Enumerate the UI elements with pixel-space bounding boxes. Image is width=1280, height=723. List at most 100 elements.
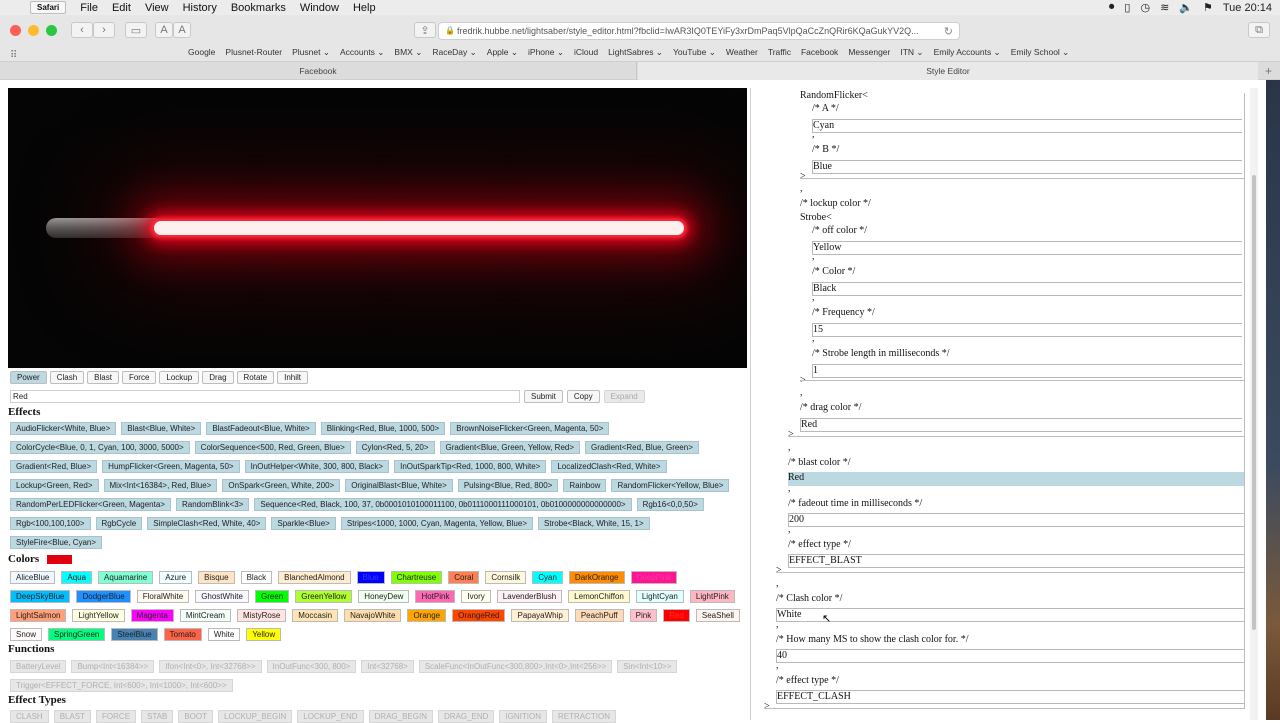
- effect-chip[interactable]: RgbCycle: [95, 517, 143, 530]
- close-window-button[interactable]: [10, 24, 21, 36]
- effect-type-chip[interactable]: DRAG_BEGIN: [368, 710, 433, 723]
- tabs-overview-icon[interactable]: ⧉: [1248, 22, 1270, 38]
- flag-icon[interactable]: ⚑: [1203, 1, 1213, 14]
- effect-chip[interactable]: Gradient<Blue, Green, Yellow, Red>: [439, 441, 581, 454]
- editor-scrollbar-thumb[interactable]: [1252, 175, 1256, 630]
- expand-button[interactable]: Expand: [603, 390, 645, 403]
- effect-chip[interactable]: Gradient<Red, Blue, Green>: [585, 441, 699, 454]
- favorite-item[interactable]: Emily School ⌄: [1011, 47, 1070, 57]
- color-chip[interactable]: DeepSkyBlue: [10, 590, 71, 603]
- favorite-item[interactable]: Apple ⌄: [487, 47, 518, 57]
- color-chip[interactable]: Cornsilk: [485, 571, 527, 584]
- color-chip[interactable]: Yellow: [246, 628, 282, 641]
- function-chip[interactable]: Sin<Int<10>>: [617, 660, 678, 673]
- effect-type-chip[interactable]: BLAST: [53, 710, 92, 723]
- function-chip[interactable]: ScaleFunc<InOutFunc<300,800>,Int<0>,Int<…: [418, 660, 613, 673]
- record-icon[interactable]: ⏺: [1109, 1, 1115, 14]
- color-chip[interactable]: PapayaWhip: [511, 609, 569, 622]
- color-chip[interactable]: Coral: [448, 571, 480, 584]
- effect-chip[interactable]: Mix<Int<16384>, Red, Blue>: [103, 479, 218, 492]
- favorite-item[interactable]: iCloud: [574, 47, 598, 57]
- color-chip[interactable]: MistyRose: [236, 609, 287, 622]
- volume-icon[interactable]: 🔈: [1179, 1, 1193, 14]
- effect-chip[interactable]: BrownNoiseFlicker<Green, Magenta, 50>: [450, 422, 610, 435]
- effect-type-chip[interactable]: BOOT: [178, 710, 214, 723]
- effect-type-chip[interactable]: DRAG_END: [437, 710, 495, 723]
- favorite-item[interactable]: Plusnet ⌄: [292, 47, 330, 57]
- copy-button[interactable]: Copy: [566, 390, 600, 403]
- color-chip[interactable]: SteelBlue: [111, 628, 158, 641]
- effect-chip[interactable]: Stripes<1000, 1000, Cyan, Magenta, Yello…: [340, 517, 533, 530]
- color-chip[interactable]: GreenYellow: [295, 590, 353, 603]
- function-chip[interactable]: Bump<Int<16384>>: [71, 660, 155, 673]
- color-chip[interactable]: Chartreuse: [390, 571, 443, 584]
- color-chip[interactable]: BlanchedAlmond: [278, 571, 351, 584]
- effect-chip[interactable]: HumpFlicker<Green, Magenta, 50>: [102, 460, 240, 473]
- color-chip[interactable]: Blue: [356, 571, 385, 584]
- favorite-item[interactable]: YouTube ⌄: [673, 47, 716, 57]
- effect-chip[interactable]: RandomPerLEDFlicker<Green, Magenta>: [10, 498, 171, 511]
- menu-history[interactable]: History: [183, 2, 217, 14]
- color-chip[interactable]: OrangeRed: [452, 609, 506, 622]
- function-chip[interactable]: Trigger<EFFECT_FORCE, Int<600>, Int<1000…: [10, 679, 233, 692]
- color-chip[interactable]: Aqua: [61, 571, 93, 584]
- color-chip[interactable]: LightYellow: [72, 609, 125, 622]
- effect-chip[interactable]: Gradient<Red, Blue>: [10, 460, 98, 473]
- favorite-item[interactable]: ITN ⌄: [900, 47, 923, 57]
- drag-button[interactable]: Drag: [202, 371, 234, 384]
- color-chip[interactable]: Orange: [407, 609, 447, 622]
- zoom-window-button[interactable]: [46, 24, 57, 36]
- effect-chip[interactable]: StyleFire<Blue, Cyan>: [10, 536, 103, 549]
- blast-button[interactable]: Blast: [87, 371, 119, 384]
- share-icon[interactable]: ⇪: [414, 22, 436, 38]
- effect-chip[interactable]: ColorCycle<Blue, 0, 1, Cyan, 100, 3000, …: [10, 441, 190, 454]
- submit-button[interactable]: Submit: [524, 390, 563, 403]
- battery-icon[interactable]: ▯: [1124, 1, 1130, 14]
- effect-chip[interactable]: Lockup<Green, Red>: [10, 479, 99, 492]
- color-chip[interactable]: LightPink: [689, 590, 735, 603]
- favorite-item[interactable]: Accounts ⌄: [340, 47, 384, 57]
- time-machine-icon[interactable]: ◷: [1140, 1, 1150, 14]
- text-smaller-button[interactable]: A: [155, 22, 173, 38]
- color-chip[interactable]: PeachPuff: [574, 609, 624, 622]
- force-button[interactable]: Force: [121, 371, 157, 384]
- effect-type-chip[interactable]: RETRACTION: [552, 710, 616, 723]
- color-chip[interactable]: Snow: [10, 628, 43, 641]
- effect-type-chip[interactable]: IGNITION: [499, 710, 547, 723]
- menu-window[interactable]: Window: [300, 2, 339, 14]
- effect-type-chip[interactable]: STAB: [141, 710, 174, 723]
- effect-chip[interactable]: BlastFadeout<Blue, White>: [206, 422, 316, 435]
- favorite-item[interactable]: BMX ⌄: [394, 47, 422, 57]
- effect-chip[interactable]: RandomBlink<3>: [175, 498, 250, 511]
- color-chip[interactable]: Bisque: [198, 571, 235, 584]
- color-chip[interactable]: DarkOrange: [568, 571, 625, 584]
- tab-facebook[interactable]: Facebook: [0, 62, 637, 80]
- menubar-clock[interactable]: Tue 20:14: [1223, 2, 1272, 14]
- menu-edit[interactable]: Edit: [112, 2, 131, 14]
- sidebar-icon[interactable]: ▭: [125, 22, 147, 38]
- color-chip[interactable]: LightSalmon: [10, 609, 67, 622]
- effect-chip[interactable]: InOutSparkTip<Red, 1000, 800, White>: [394, 460, 547, 473]
- clash-button[interactable]: Clash: [49, 371, 85, 384]
- color-chip[interactable]: DeepPink: [630, 571, 678, 584]
- color-chip[interactable]: Black: [240, 571, 273, 584]
- effect-chip[interactable]: OriginalBlast<Blue, White>: [345, 479, 453, 492]
- effect-chip[interactable]: InOutHelper<White, 300, 800, Black>: [244, 460, 390, 473]
- menu-view[interactable]: View: [145, 2, 169, 14]
- color-chip[interactable]: LavenderBlush: [496, 590, 563, 603]
- favorite-item[interactable]: Plusnet-Router: [225, 47, 282, 57]
- saber-preview[interactable]: [8, 88, 747, 368]
- pane-divider[interactable]: [750, 88, 751, 720]
- effect-type-chip[interactable]: LOCKUP_BEGIN: [218, 710, 293, 723]
- color-chip[interactable]: Magenta: [130, 609, 174, 622]
- effect-chip[interactable]: Sequence<Red, Black, 100, 37, 0b00010101…: [254, 498, 632, 511]
- function-chip[interactable]: BatteryLevel: [10, 660, 67, 673]
- style-input[interactable]: Red: [10, 390, 520, 403]
- color-chip[interactable]: NavajoWhite: [344, 609, 402, 622]
- color-chip[interactable]: Azure: [159, 571, 193, 584]
- color-chip[interactable]: GhostWhite: [195, 590, 249, 603]
- favorite-item[interactable]: Traffic: [768, 47, 791, 57]
- function-chip[interactable]: Int<32768>: [361, 660, 414, 673]
- color-chip[interactable]: FloralWhite: [136, 590, 190, 603]
- color-chip[interactable]: Tomato: [163, 628, 202, 641]
